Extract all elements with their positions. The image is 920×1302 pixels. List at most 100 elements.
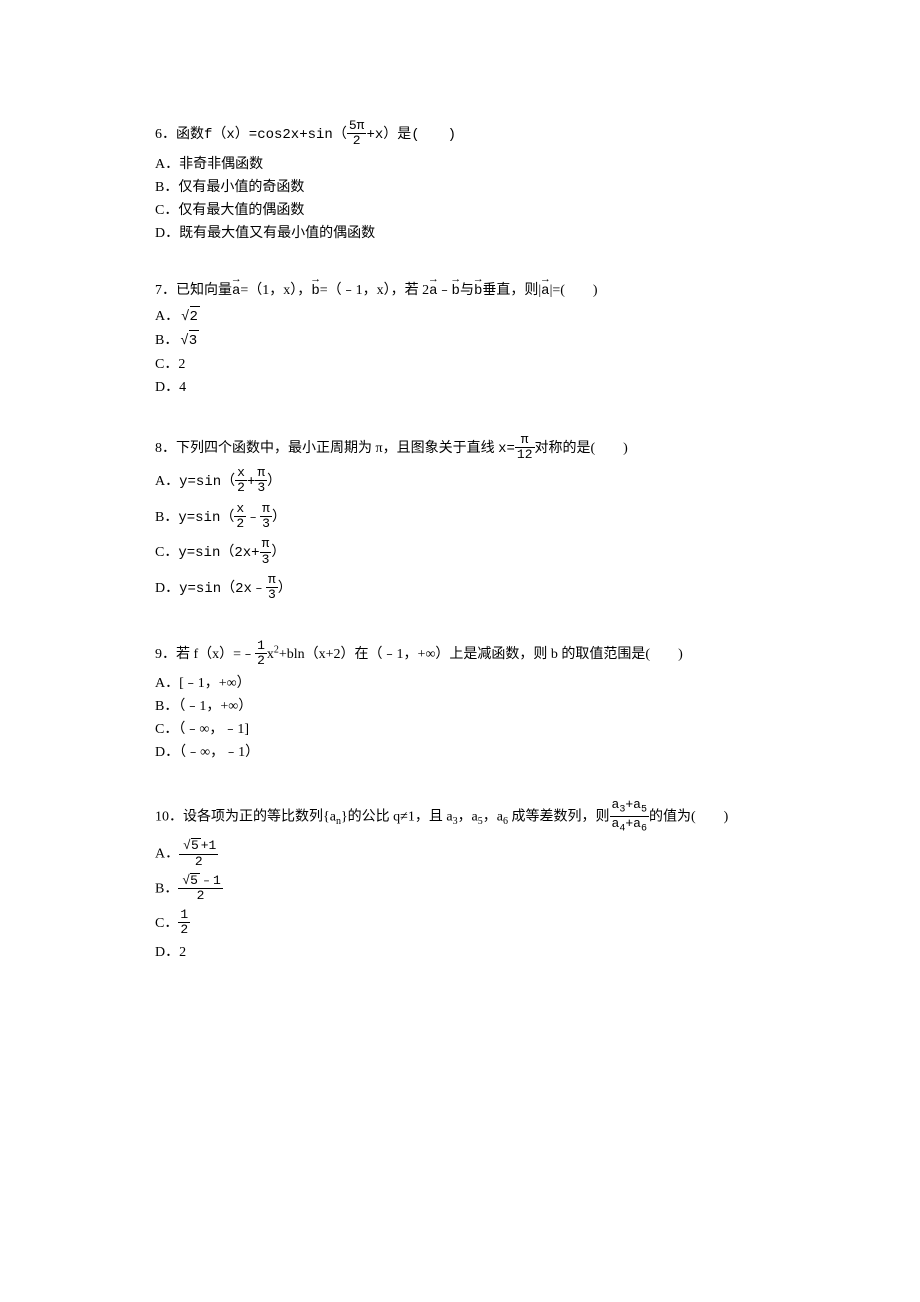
question-7: 7．已知向量a=（1，x），b=（﹣1，x），若 2a﹣b与b垂直，则|a|=(… — [155, 280, 765, 398]
question-number: 7． — [155, 283, 176, 298]
denominator: 2 — [235, 481, 247, 495]
vector-a: a — [232, 281, 240, 302]
option-b: B．5﹣12 — [155, 874, 765, 905]
option-a: A．y=sin（x2+π3） — [155, 467, 765, 497]
question-8: 8．下列四个函数中，最小正周期为 π，且图象关于直线 x=π12对称的是( ) … — [155, 434, 765, 604]
option-a: A．[﹣1，+∞） — [155, 673, 765, 694]
question-10: 10．设各项为正的等比数列{an}的公比 q≠1，且 a3，a5，a6 成等差数… — [155, 799, 765, 963]
plus-one: +1 — [201, 838, 217, 853]
option-d: D．4 — [155, 377, 765, 398]
text: ﹣ — [438, 283, 452, 298]
fraction: 5π2 — [347, 119, 367, 149]
denominator: 3 — [255, 481, 267, 495]
vector-a: a — [429, 281, 437, 302]
denominator: 2 — [178, 923, 190, 937]
denominator: 2 — [347, 134, 367, 148]
sqrt: 3 — [178, 330, 199, 352]
radicand: 5 — [190, 873, 200, 888]
fraction: x2 — [235, 466, 247, 496]
minus-one: ﹣1 — [200, 873, 221, 888]
x-eq: x= — [498, 441, 515, 457]
label: D． — [155, 581, 179, 596]
question-9: 9．若 f（x）=﹣12x2 +bln（x+2）在（﹣1，+∞）上是减函数，则 b… — [155, 640, 765, 764]
fraction: π12 — [515, 433, 535, 463]
paren: ） — [271, 545, 285, 561]
option-a: A．2 — [155, 306, 765, 328]
option-d: D．2 — [155, 942, 765, 963]
vector-b: b — [474, 281, 482, 302]
option-d: D．既有最大值又有最小值的偶函数 — [155, 223, 765, 244]
label: A． — [155, 309, 179, 324]
expr: y=sin（2x﹣ — [179, 581, 266, 597]
paren: ） — [272, 510, 286, 526]
minus: ﹣ — [246, 510, 260, 526]
text: +bln（x+2）在（﹣1，+∞）上是减函数，则 b 的取值范围是( ) — [279, 647, 683, 662]
plus-a: +a — [625, 797, 641, 812]
text: 对称的是( ) — [535, 441, 628, 456]
fraction: 12 — [255, 639, 267, 669]
denominator: 2 — [178, 889, 222, 903]
label: B． — [155, 881, 178, 896]
text: 与 — [460, 283, 474, 298]
expr: y=sin（2x+ — [178, 545, 259, 561]
fraction: π3 — [260, 502, 272, 532]
denominator: 2 — [234, 517, 246, 531]
fraction: 12 — [178, 908, 190, 938]
numerator: π — [255, 466, 267, 481]
denominator: 3 — [260, 553, 272, 567]
numerator: 5π — [347, 119, 367, 134]
option-b: B．（﹣1，+∞） — [155, 696, 765, 717]
vector-b: b — [311, 281, 319, 302]
sqrt: 2 — [179, 306, 200, 328]
text: 设各项为正的等比数列{a — [183, 809, 336, 824]
text: ，a — [483, 809, 503, 824]
fraction: x2 — [234, 502, 246, 532]
text: ，a — [458, 809, 478, 824]
option-b: B．仅有最小值的奇函数 — [155, 177, 765, 198]
fraction: a3+a5a4+a6 — [610, 798, 649, 834]
text: =（﹣1，x），若 2 — [320, 283, 429, 298]
fraction: 5﹣12 — [178, 873, 222, 904]
sqrt: 5 — [181, 838, 201, 853]
numerator: π — [260, 502, 272, 517]
numerator: π — [260, 537, 272, 552]
question-10-stem: 10．设各项为正的等比数列{an}的公比 q≠1，且 a3，a5，a6 成等差数… — [155, 799, 765, 835]
numerator: 1 — [178, 908, 190, 923]
question-number: 9． — [155, 647, 176, 662]
text: 的值为( ) — [649, 809, 728, 824]
label: B． — [155, 333, 178, 348]
option-c: C．仅有最大值的偶函数 — [155, 200, 765, 221]
fraction: π3 — [266, 573, 278, 603]
option-b: B．y=sin（x2﹣π3） — [155, 503, 765, 533]
denominator: 12 — [515, 448, 535, 462]
numerator: 5﹣1 — [178, 873, 222, 889]
question-number: 8． — [155, 441, 176, 456]
numerator: a3+a5 — [610, 798, 649, 817]
denominator: 3 — [266, 588, 278, 602]
option-c: C．2 — [155, 354, 765, 375]
fraction: π3 — [260, 537, 272, 567]
question-number: 10． — [155, 809, 183, 824]
question-6-stem: 6．函数f（x）=cos2x+sin（5π2+x）是( ) — [155, 120, 765, 150]
text: 已知向量 — [176, 283, 232, 298]
denominator: 2 — [255, 654, 267, 668]
numerator: 1 — [255, 639, 267, 654]
text: +x）是( ) — [366, 127, 456, 143]
numerator: π — [266, 573, 278, 588]
numerator: x — [234, 502, 246, 517]
radicand: 3 — [189, 330, 199, 352]
text: 若 f（x）=﹣ — [176, 647, 255, 662]
text: 函数 — [176, 127, 204, 142]
numerator: x — [235, 466, 247, 481]
option-a: A．5+12 — [155, 839, 765, 870]
fraction: 5+1 2 — [179, 838, 218, 869]
sub: 6 — [641, 823, 647, 834]
sqrt: 5 — [180, 873, 200, 888]
question-6: 6．函数f（x）=cos2x+sin（5π2+x）是( ) A．非奇非偶函数 B… — [155, 120, 765, 244]
text: x — [267, 647, 274, 662]
numerator: π — [515, 433, 535, 448]
denominator: 2 — [179, 855, 218, 869]
label: A． — [155, 474, 179, 489]
expr: y=sin（ — [179, 474, 235, 490]
text: |=( ) — [550, 283, 598, 298]
